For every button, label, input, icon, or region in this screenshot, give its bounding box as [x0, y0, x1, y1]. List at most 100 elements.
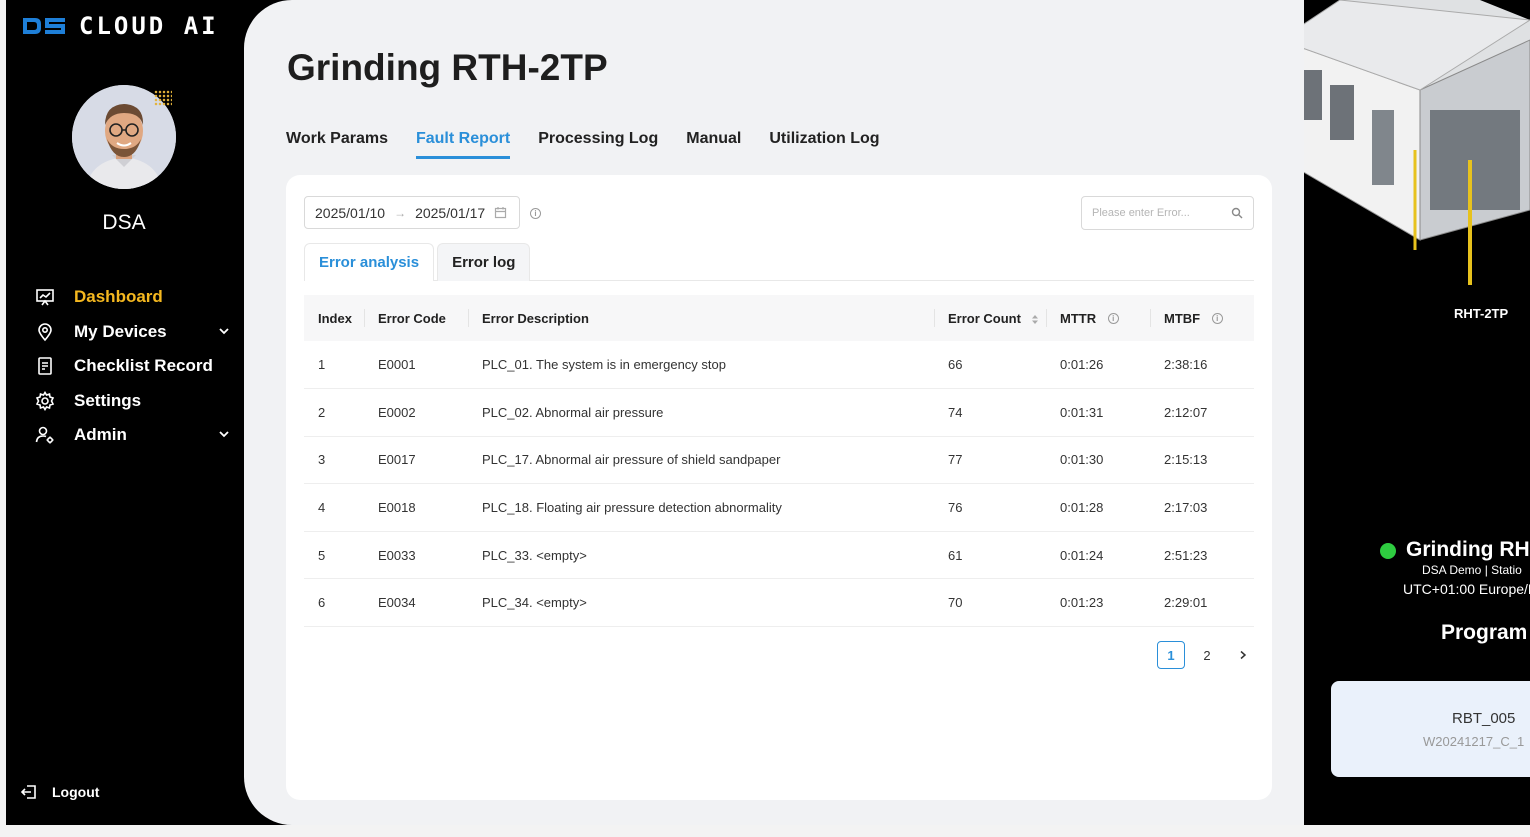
cell-count: 77 [934, 436, 1046, 485]
logout-label: Logout [52, 784, 100, 800]
sidebar-item-label: Checklist Record [74, 356, 213, 376]
sidebar-item-label: Dashboard [74, 287, 163, 307]
cell-mttr: 0:01:26 [1046, 341, 1150, 390]
cell-mttr: 0:01:24 [1046, 531, 1150, 580]
device-location: DSA Demo | Statio [1422, 563, 1522, 577]
location-pin-icon [34, 321, 56, 343]
cell-code: E0033 [364, 531, 468, 580]
info-icon[interactable]: i [530, 208, 541, 219]
sidebar-item-checklist-record[interactable]: Checklist Record [34, 349, 234, 384]
main-tabs: Work Params Fault Report Processing Log … [286, 130, 880, 159]
cell-description: PLC_17. Abnormal air pressure of shield … [468, 436, 934, 485]
table-row[interactable]: 2 E0002 PLC_02. Abnormal air pressure 74… [304, 388, 1254, 437]
table-row[interactable]: 6 E0034 PLC_34. <empty> 70 0:01:23 2:29:… [304, 578, 1254, 628]
cell-mttr: 0:01:23 [1046, 578, 1150, 628]
cell-mtbf: 2:38:16 [1150, 341, 1254, 390]
cell-code: E0002 [364, 388, 468, 437]
tab-error-log[interactable]: Error log [437, 243, 531, 281]
tab-processing-log[interactable]: Processing Log [538, 130, 658, 159]
column-header: MTBF i [1150, 295, 1254, 341]
cell-mtbf: 2:29:01 [1150, 578, 1254, 628]
calendar-icon [495, 207, 507, 219]
tab-fault-report[interactable]: Fault Report [415, 130, 511, 159]
pagination: 1 2 [1157, 641, 1257, 669]
cell-index: 6 [304, 578, 364, 628]
search-icon[interactable] [1231, 207, 1243, 219]
column-header: Index [304, 295, 364, 341]
column-header: MTTR i [1046, 295, 1150, 341]
sidebar-item-label: My Devices [74, 321, 167, 341]
cell-code: E0001 [364, 341, 468, 390]
cell-description: PLC_01. The system is in emergency stop [468, 341, 934, 390]
chevron-down-icon[interactable] [218, 428, 230, 440]
search-placeholder: Please enter Error... [1092, 207, 1190, 219]
gear-icon [34, 390, 56, 412]
cell-description: PLC_02. Abnormal air pressure [468, 388, 934, 437]
cell-code: E0034 [364, 578, 468, 628]
tab-utilization-log[interactable]: Utilization Log [769, 130, 879, 159]
date-range-picker[interactable]: 2025/01/10 → 2025/01/17 [304, 196, 520, 229]
cell-index: 2 [304, 388, 364, 437]
table-header-row: Index Error Code Error Description Error… [304, 295, 1254, 341]
column-header-sortable[interactable]: Error Count [934, 295, 1046, 341]
cell-mttr: 0:01:28 [1046, 483, 1150, 532]
program-name: RBT_005 [1452, 710, 1516, 727]
cell-count: 61 [934, 531, 1046, 580]
date-end[interactable]: 2025/01/17 [415, 205, 485, 221]
sidebar-item-my-devices[interactable]: My Devices [34, 315, 234, 350]
chevron-down-icon[interactable] [218, 325, 230, 337]
tab-error-analysis[interactable]: Error analysis [304, 243, 435, 281]
sidebar: CLOUD AI DSA Dashboard My Devices Checkl… [6, 0, 256, 825]
fault-report-card: 2025/01/10 → 2025/01/17 i Please enter E… [286, 175, 1272, 800]
cell-count: 66 [934, 341, 1046, 390]
program-heading: Program [1441, 621, 1528, 644]
user-name: DSA [102, 211, 146, 234]
date-start[interactable]: 2025/01/10 [315, 205, 385, 221]
table-row[interactable]: 4 E0018 PLC_18. Floating air pressure de… [304, 483, 1254, 532]
cell-index: 1 [304, 341, 364, 390]
sidebar-item-label: Settings [74, 390, 142, 410]
cell-index: 3 [304, 436, 364, 485]
table-row[interactable]: 1 E0001 PLC_01. The system is in emergen… [304, 341, 1254, 390]
sidebar-item-dashboard[interactable]: Dashboard [34, 280, 234, 315]
sidebar-item-admin[interactable]: Admin [34, 418, 234, 453]
cell-count: 74 [934, 388, 1046, 437]
main-panel: Grinding RTH-2TP Work Params Fault Repor… [244, 0, 1304, 825]
page-button-1[interactable]: 1 [1157, 641, 1185, 669]
sidebar-item-settings[interactable]: Settings [34, 384, 234, 419]
table-row[interactable]: 5 E0033 PLC_33. <empty> 61 0:01:24 2:51:… [304, 531, 1254, 580]
logout-button[interactable]: Logout [20, 783, 99, 801]
info-icon[interactable]: i [1107, 312, 1119, 324]
device-timezone: UTC+01:00 Europe/E [1403, 581, 1530, 597]
cell-count: 70 [934, 578, 1046, 628]
logo-text: CLOUD AI [79, 12, 219, 40]
sidebar-nav: Dashboard My Devices Checklist Record Se… [34, 280, 234, 453]
column-header: Error Code [364, 295, 468, 341]
search-input[interactable]: Please enter Error... [1081, 196, 1254, 230]
app-logo: CLOUD AI [21, 12, 219, 40]
cell-code: E0017 [364, 436, 468, 485]
cell-mtbf: 2:17:03 [1150, 483, 1254, 532]
error-table: Index Error Code Error Description Error… [304, 295, 1254, 628]
cell-mtbf: 2:15:13 [1150, 436, 1254, 485]
column-header: Error Description [468, 295, 934, 341]
sort-icon[interactable] [1031, 314, 1039, 325]
info-icon[interactable]: i [1211, 312, 1223, 324]
program-file: W20241217_C_1 [1423, 734, 1525, 749]
cell-code: E0018 [364, 483, 468, 532]
program-card[interactable]: RBT_005 W20241217_C_1 [1331, 681, 1530, 777]
cell-mtbf: 2:12:07 [1150, 388, 1254, 437]
sidebar-item-label: Admin [74, 425, 127, 445]
user-cog-icon [34, 424, 56, 446]
cell-count: 76 [934, 483, 1046, 532]
next-page-button[interactable] [1229, 641, 1257, 669]
logout-icon [20, 785, 36, 799]
cell-mttr: 0:01:31 [1046, 388, 1150, 437]
page-button-2[interactable]: 2 [1193, 641, 1221, 669]
tab-work-params[interactable]: Work Params [286, 130, 388, 159]
table-row[interactable]: 3 E0017 PLC_17. Abnormal air pressure of… [304, 436, 1254, 485]
cell-mtbf: 2:51:23 [1150, 531, 1254, 580]
cell-description: PLC_18. Floating air pressure detection … [468, 483, 934, 532]
subtabs: Error analysis Error log [304, 243, 1254, 281]
tab-manual[interactable]: Manual [686, 130, 741, 159]
